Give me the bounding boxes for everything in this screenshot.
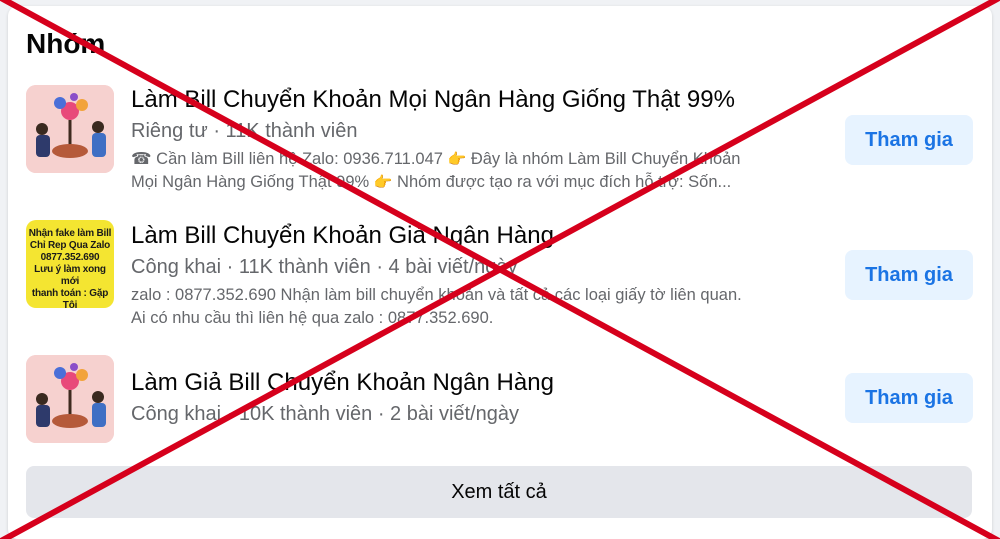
group-avatar[interactable]: Nhận fake làm Bill Chỉ Rep Qua Zalo 0877… xyxy=(26,220,114,308)
section-title: Nhóm xyxy=(26,28,106,59)
group-meta: Riêng tư · 11K thành viên xyxy=(131,120,358,142)
group-avatar-art-icon xyxy=(26,85,114,173)
group-avatar-text: Nhận fake làm Bill Chỉ Rep Qua Zalo 0877… xyxy=(28,228,112,308)
group-description: ☎ Cần làm Bill liên hệ Zalo: 0936.711.04… xyxy=(131,148,831,194)
group-avatar[interactable] xyxy=(26,355,114,443)
group-name[interactable]: Làm Giả Bill Chuyển Khoản Ngân Hàng xyxy=(131,369,554,397)
desc-text: Đây là nhóm Làm Bill Chuyển Khoản xyxy=(470,150,741,168)
group-description: zalo : 0877.352.690 Nhận làm bill chuyển… xyxy=(131,284,831,330)
desc-text: Ai có nhu cầu thì liên hệ qua zalo : 087… xyxy=(131,309,494,327)
phone-icon: ☎ xyxy=(131,150,152,168)
group-avatar[interactable] xyxy=(26,85,114,173)
join-button[interactable]: Tham gia xyxy=(845,373,973,423)
group-meta: Công khai · 10K thành viên · 2 bài viết/… xyxy=(131,403,520,425)
desc-text: Mọi Ngân Hàng Giống Thật 99% xyxy=(131,173,370,191)
see-all-button[interactable]: Xem tất cả xyxy=(26,466,972,518)
group-name[interactable]: Làm Bill Chuyển Khoản Giả Ngân Hàng xyxy=(131,222,554,250)
desc-text: zalo : 0877.352.690 Nhận làm bill chuyển… xyxy=(131,286,742,304)
join-button[interactable]: Tham gia xyxy=(845,250,973,300)
pointing-hand-icon: 👉 xyxy=(373,174,393,191)
desc-text: Nhóm được tạo ra với mục đích hỗ trợ: Số… xyxy=(397,173,732,191)
pointing-hand-icon: 👉 xyxy=(447,151,467,168)
group-name[interactable]: Làm Bill Chuyển Khoản Mọi Ngân Hàng Giốn… xyxy=(131,86,735,114)
desc-text: Cần làm Bill liên hệ Zalo: 0936.711.047 xyxy=(156,150,443,168)
join-button[interactable]: Tham gia xyxy=(845,115,973,165)
group-avatar-art-icon xyxy=(26,355,114,443)
group-meta: Công khai · 11K thành viên · 4 bài viết/… xyxy=(131,256,518,278)
